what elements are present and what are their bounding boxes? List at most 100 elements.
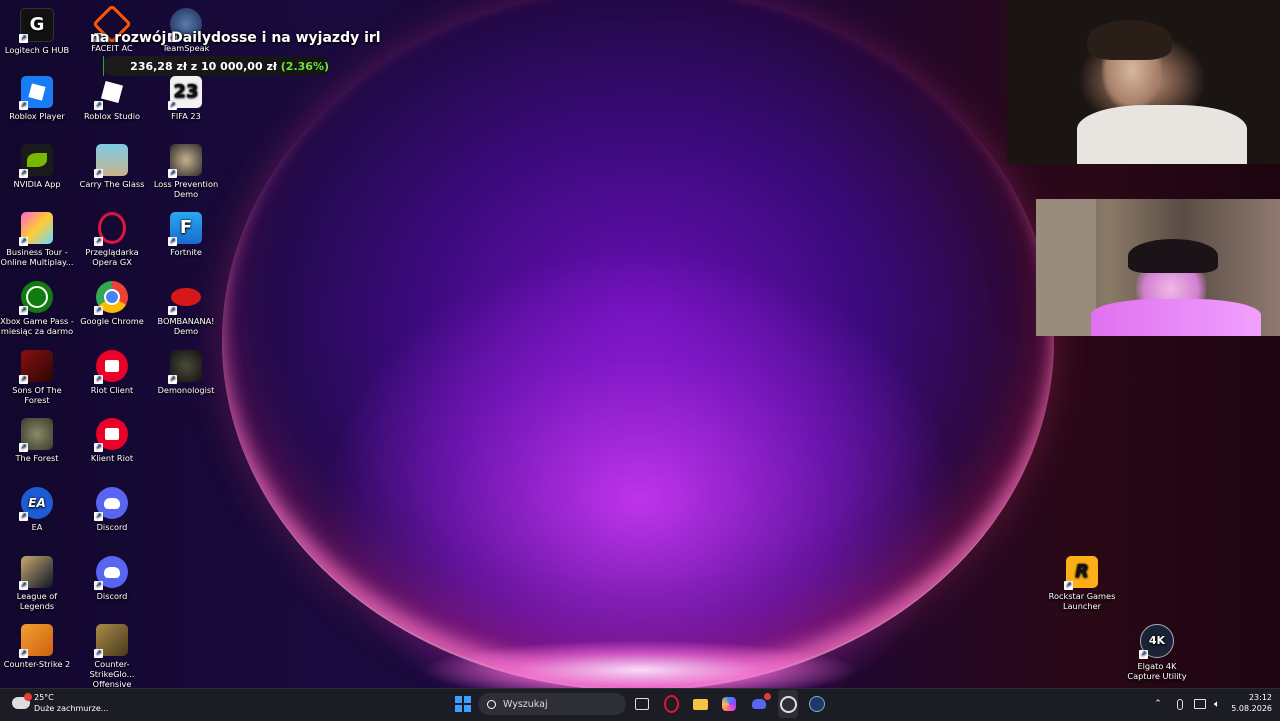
roblox-studio-icon: ↗ (94, 76, 128, 110)
taskbar-search[interactable]: Wyszukaj (478, 693, 626, 715)
opera-gx-icon (663, 695, 679, 713)
microphone-icon (1177, 698, 1183, 710)
search-icon (487, 699, 496, 709)
taskbar-discord[interactable] (750, 688, 771, 720)
desktop-icon-google-chrome[interactable]: ↗ Google Chrome (75, 281, 149, 326)
tray-volume[interactable]: 🔈︎ (1210, 688, 1224, 720)
copilot-icon (722, 697, 736, 711)
desktop-icon-riot-client[interactable]: ↗ Riot Client (75, 350, 149, 395)
icon-label: Przeglądarka Opera GX (85, 247, 139, 267)
taskbar-opera-gx[interactable] (662, 688, 680, 720)
taskbar-obs[interactable] (778, 690, 798, 718)
bombanana-icon: ↗ (168, 281, 202, 315)
desktop-icon-business-tour[interactable]: ↗ Business Tour - Online Multiplay... (0, 212, 74, 267)
desktop-icon-fifa-23[interactable]: 23 ↗ FIFA 23 (149, 76, 223, 121)
rockstar-badge: R (1075, 561, 1089, 582)
desktop-icon-counter-strike-2[interactable]: ↗ Counter-Strike 2 (0, 624, 74, 669)
icon-label: Discord (96, 522, 128, 532)
demonologist-icon: ↗ (168, 350, 202, 384)
riot-client-icon: ↗ (94, 350, 128, 384)
desktop-icon-fortnite[interactable]: F ↗ Fortnite (149, 212, 223, 257)
desktop-icon-elgato-4k[interactable]: 4K ↗ Elgato 4K Capture Utility (1120, 624, 1194, 681)
taskbar-steam[interactable] (808, 688, 826, 720)
cloud-icon (12, 693, 32, 709)
webcam-headset (1128, 239, 1218, 273)
icon-label: Elgato 4K Capture Utility (1127, 661, 1187, 681)
chevron-up-icon: ⌃ (1154, 699, 1162, 709)
clock-time: 23:12 (1248, 693, 1272, 702)
taskbar-file-explorer[interactable] (691, 688, 709, 720)
cs2-icon: ↗ (19, 624, 53, 658)
fifa-badge: 23 (173, 81, 199, 102)
desktop-icon-xbox-game-pass[interactable]: ↗ Xbox Game Pass - miesiąc za darmo (0, 281, 74, 336)
progress-fill (103, 56, 105, 76)
donation-percent: (2.36%) (280, 59, 329, 73)
icon-label: Riot Client (90, 385, 134, 395)
webcam-feed-top (1007, 0, 1280, 164)
desktop-icon-demonologist[interactable]: ↗ Demonologist (149, 350, 223, 395)
webcam-shirt (1077, 105, 1247, 164)
task-view-icon (635, 698, 649, 710)
desktop-icon-the-forest[interactable]: ↗ The Forest (0, 418, 74, 463)
desktop-icon-klient-riot[interactable]: ↗ Klient Riot (75, 418, 149, 463)
desktop-icon-rockstar-launcher[interactable]: R ↗ Rockstar Games Launcher (1045, 556, 1119, 611)
desktop-icon-league-of-legends[interactable]: ↗ League of Legends (0, 556, 74, 611)
discord-icon: ↗ (94, 556, 128, 590)
icon-label: Roblox Player (9, 111, 65, 121)
icon-label: Loss Prevention Demo (153, 179, 219, 199)
business-tour-icon: ↗ (19, 212, 53, 246)
ea-icon: EA ↗ (19, 487, 53, 521)
donation-of: z (190, 59, 198, 73)
icon-label: Counter-Strike 2 (3, 659, 71, 669)
icon-label: Logitech G HUB (4, 45, 70, 55)
icon-label: BOMBANANA! Demo (157, 316, 215, 336)
weather-widget[interactable]: 25°C Duże zachmurze... (12, 692, 108, 714)
chrome-icon: ↗ (94, 281, 128, 315)
desktop-icon-roblox-player[interactable]: ↗ Roblox Player (0, 76, 74, 121)
discord-icon (752, 693, 771, 709)
desktop-icon-roblox-studio[interactable]: ↗ Roblox Studio (75, 76, 149, 121)
logitech-icon: G ↗ (19, 8, 54, 43)
desktop-icon-loss-prevention[interactable]: ↗ Loss Prevention Demo (149, 144, 223, 199)
taskbar-clock[interactable]: 23:12 5.08.2026 (1226, 692, 1272, 714)
donation-amount: 236,28 zł (130, 59, 187, 73)
webcam-shirt (1091, 299, 1261, 336)
desktop-icon-ea[interactable]: EA ↗ EA (0, 487, 74, 532)
start-button[interactable] (452, 688, 474, 720)
weather-desc: Duże zachmurze... (34, 704, 109, 713)
opera-gx-icon: ↗ (94, 212, 128, 246)
loss-prevention-icon: ↗ (168, 144, 202, 178)
roblox-player-icon: ↗ (19, 76, 53, 110)
donation-progress-bar: 236,28 zł z 10 000,00 zł (2.36%) (103, 56, 329, 76)
desktop-icon-sons-of-the-forest[interactable]: ↗ Sons Of The Forest (0, 350, 74, 405)
steam-icon (809, 696, 825, 712)
desktop-icon-opera-gx[interactable]: ↗ Przeglądarka Opera GX (75, 212, 149, 267)
icon-label: Klient Riot (90, 453, 134, 463)
nvidia-icon: ↗ (19, 144, 53, 178)
donation-amount-text: 236,28 zł z 10 000,00 zł (2.36%) (130, 60, 329, 73)
desktop-icon-csgo[interactable]: ↗ Counter-StrikeGlo... Offensive (75, 624, 149, 688)
icon-label: Fortnite (170, 247, 202, 257)
taskbar-task-view[interactable] (633, 688, 651, 720)
the-forest-icon: ↗ (19, 418, 53, 452)
carry-glass-icon: ↗ (94, 144, 128, 178)
desktop-icon-carry-the-glass[interactable]: ↗ Carry The Glass (75, 144, 149, 189)
desktop-icon-nvidia-app[interactable]: ↗ NVIDIA App (0, 144, 74, 189)
donation-goal-title: na rozwój Dailydosse i na wyjazdy irl (90, 30, 381, 46)
klient-riot-icon: ↗ (94, 418, 128, 452)
icon-label: Carry The Glass (79, 179, 145, 189)
fortnite-icon: F ↗ (168, 212, 202, 246)
wallpaper-ring (222, 0, 1054, 688)
tray-microphone[interactable] (1173, 688, 1187, 720)
desktop-icon-bombanana[interactable]: ↗ BOMBANANA! Demo (149, 281, 223, 336)
desktop-icon-discord-2[interactable]: ↗ Discord (75, 556, 149, 601)
icon-label: FIFA 23 (171, 111, 201, 121)
taskbar-copilot[interactable] (720, 688, 738, 720)
desktop-icon-logitech-g-hub[interactable]: G ↗ Logitech G HUB (0, 8, 74, 55)
webcam-hair (1087, 20, 1172, 60)
elgato-badge: 4K (1148, 634, 1166, 647)
icon-label: Sons Of The Forest (12, 385, 62, 405)
tray-network[interactable] (1193, 688, 1207, 720)
desktop-icon-discord-1[interactable]: ↗ Discord (75, 487, 149, 532)
tray-overflow-chevron[interactable]: ⌃ (1152, 688, 1164, 720)
